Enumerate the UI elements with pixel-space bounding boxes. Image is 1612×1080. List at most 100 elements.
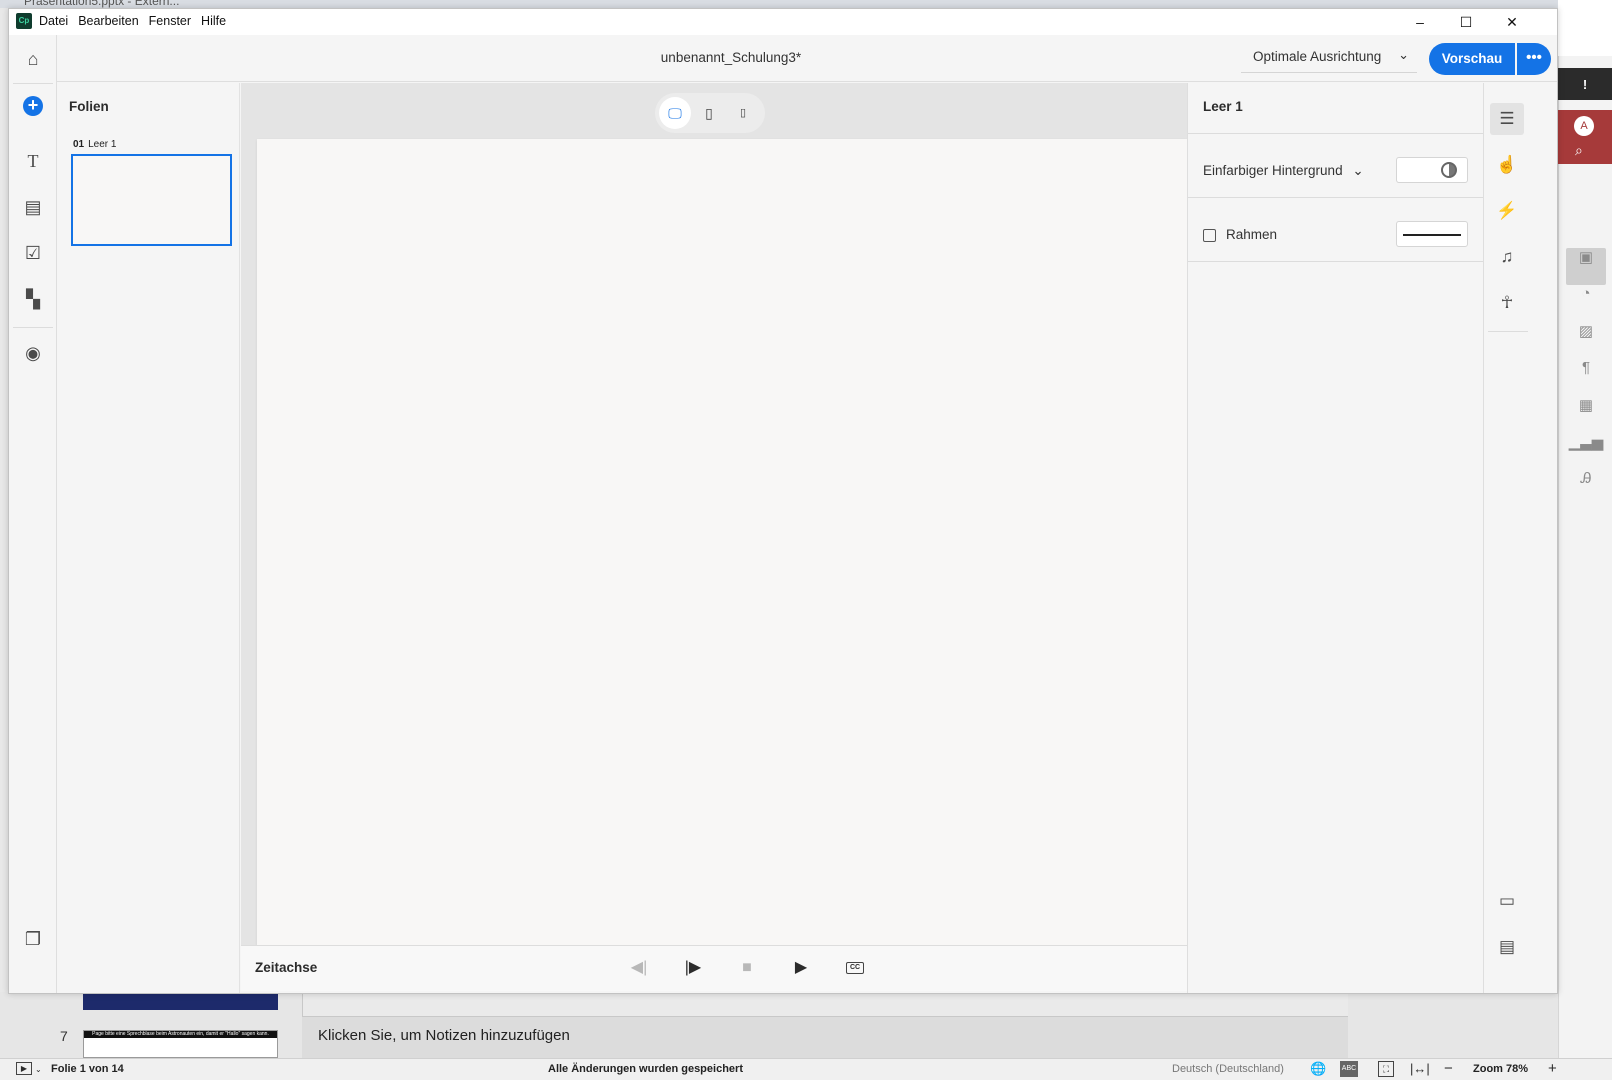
background-account-area: A ⌕ xyxy=(1558,110,1612,164)
slides-panel-title: Folien xyxy=(69,99,109,114)
alignment-dropdown[interactable]: Optimale Ausrichtung ⌄ xyxy=(1241,41,1417,73)
widgets-tool-icon[interactable]: ▚ xyxy=(9,289,57,310)
background-side-pane xyxy=(1558,56,1612,1080)
background-slide-editor xyxy=(302,992,1348,1016)
paragraph-icon[interactable]: ¶ xyxy=(1566,359,1606,396)
tool-rail: ⌂ + T ▤ ☑ ▚ ◉ ❐ xyxy=(9,35,57,993)
slide-number: 01 xyxy=(73,139,85,150)
slide7-caption: Page bitte eine Sprechblase beim Astrona… xyxy=(84,1031,277,1038)
divider xyxy=(1488,331,1528,332)
background-type-dropdown[interactable]: Einfarbiger Hintergrund ⌄ xyxy=(1203,163,1364,179)
menu-item-edit[interactable]: Bearbeiten xyxy=(78,14,138,28)
stop-icon[interactable]: ■ xyxy=(733,956,761,980)
slide-thumbnail-label: 01 Leer 1 xyxy=(73,139,116,150)
interaction-tool-icon[interactable]: ☑ xyxy=(9,243,57,264)
accessibility-icon[interactable]: ☥ xyxy=(1490,287,1524,319)
border-option[interactable]: Rahmen xyxy=(1203,227,1277,242)
interactions-touch-icon[interactable]: ☝ xyxy=(1490,149,1524,181)
menu-item-help[interactable]: Hilfe xyxy=(201,14,226,28)
fit-width-icon[interactable]: |↔| xyxy=(1410,1061,1430,1076)
notes-pane[interactable]: Klicken Sie, um Notizen hinzuzufügen xyxy=(302,1016,1348,1058)
color-picker-icon xyxy=(1441,162,1457,178)
step-back-icon[interactable]: ◀| xyxy=(625,956,653,980)
slide-canvas[interactable] xyxy=(257,139,1187,945)
properties-title: Leer 1 xyxy=(1203,99,1243,114)
background-slide7-thumbnail[interactable]: Page bitte eine Sprechblase beim Astrona… xyxy=(83,1030,278,1058)
assets-panel-icon[interactable]: ❐ xyxy=(9,929,57,950)
zoom-level[interactable]: Zoom 78% xyxy=(1473,1063,1528,1075)
panel-layout-icon[interactable]: ▭ xyxy=(1490,885,1524,917)
audio-icon[interactable]: ♫ xyxy=(1490,241,1524,273)
background-type-label: Einfarbiger Hintergrund xyxy=(1203,163,1343,178)
menu-bar: Datei Bearbeiten Fenster Hilfe xyxy=(39,14,226,28)
shape-format-icon[interactable]: ◔ xyxy=(1566,285,1606,322)
divider xyxy=(1188,261,1484,262)
stage-area: 🖵 ▯ ▯ xyxy=(241,83,1187,945)
zoom-in-icon[interactable]: + xyxy=(1548,1060,1557,1077)
save-status: Alle Änderungen wurden gespeichert xyxy=(548,1063,743,1075)
preview-button[interactable]: Vorschau xyxy=(1429,43,1515,75)
slide-thumbnail[interactable] xyxy=(71,154,232,246)
close-button[interactable]: ✕ xyxy=(1489,9,1535,35)
alignment-dropdown-value: Optimale Ausrichtung xyxy=(1253,49,1382,64)
captivate-window: Cp Datei Bearbeiten Fenster Hilfe – ☐ ✕ … xyxy=(8,8,1558,994)
account-avatar[interactable]: A xyxy=(1574,116,1594,136)
text-format-icon[interactable]: Ꭿ xyxy=(1566,470,1606,507)
border-checkbox[interactable] xyxy=(1203,228,1216,242)
chevron-down-icon: ⌄ xyxy=(1398,47,1409,62)
mobile-view-icon[interactable]: ▯ xyxy=(727,97,759,129)
zoom-out-icon[interactable]: − xyxy=(1444,1060,1453,1077)
animation-icon[interactable]: ⚡ xyxy=(1490,195,1524,227)
search-icon[interactable]: ⌕ xyxy=(1575,142,1583,159)
more-options-button[interactable]: ••• xyxy=(1517,43,1551,75)
language-indicator[interactable]: Deutsch (Deutschland) xyxy=(1172,1063,1284,1075)
background-color-picker[interactable] xyxy=(1396,157,1468,183)
background-tab-title: Präsentation5.pptx - Extern... xyxy=(24,0,180,8)
properties-sliders-icon[interactable]: ☰ xyxy=(1490,103,1524,135)
document-icon[interactable]: ▤ xyxy=(1490,931,1524,963)
step-forward-icon[interactable]: |▶ xyxy=(679,956,707,980)
maximize-button[interactable]: ☐ xyxy=(1443,9,1489,35)
spellcheck-icon[interactable]: ABC xyxy=(1340,1061,1358,1077)
home-icon[interactable]: ⌂ xyxy=(9,49,57,70)
picture-format-icon[interactable]: ▨ xyxy=(1566,322,1606,359)
background-format-toolbar: ▣ ◔ ▨ ¶ ▦ ▁▃▅ Ꭿ xyxy=(1566,248,1606,507)
media-tool-icon[interactable]: ▤ xyxy=(9,197,57,218)
divider xyxy=(1188,133,1484,134)
closed-captions-icon[interactable]: CC xyxy=(841,956,869,980)
globe-icon[interactable]: 🌐 xyxy=(1310,1061,1326,1077)
chevron-down-icon[interactable]: ⌄ xyxy=(35,1065,42,1074)
add-slide-icon[interactable]: + xyxy=(9,95,57,116)
divider xyxy=(1188,197,1484,198)
app-header: unbenannt_Schulung3* Optimale Ausrichtun… xyxy=(9,35,1557,82)
background-slide6-thumbnail[interactable] xyxy=(83,992,278,1010)
menu-item-window[interactable]: Fenster xyxy=(149,14,191,28)
properties-rail: ☰ ☝ ⚡ ♫ ☥ ▭ ▤ xyxy=(1483,83,1531,993)
text-tool-icon[interactable]: T xyxy=(9,151,57,172)
document-title: unbenannt_Schulung3* xyxy=(660,50,802,65)
device-preview-toggle: 🖵 ▯ ▯ xyxy=(655,93,765,133)
fit-slide-icon[interactable]: ⛶ xyxy=(1378,1061,1394,1077)
slide-format-icon[interactable]: ▣ xyxy=(1566,248,1606,285)
divider xyxy=(13,327,53,328)
slideshow-icon[interactable]: ▶ xyxy=(16,1062,32,1075)
menu-item-file[interactable]: Datei xyxy=(39,14,68,28)
desktop-view-icon[interactable]: 🖵 xyxy=(659,97,691,129)
minimize-button[interactable]: – xyxy=(1397,9,1443,35)
background-slide-number: 7 xyxy=(60,1028,68,1044)
divider xyxy=(13,83,53,84)
app-logo: Cp xyxy=(16,13,32,29)
slide-name: Leer 1 xyxy=(88,139,117,150)
record-icon[interactable]: ◉ xyxy=(9,343,57,364)
notes-placeholder[interactable]: Klicken Sie, um Notizen hinzuzufügen xyxy=(318,1027,570,1044)
background-window-tabbar: Präsentation5.pptx - Extern... xyxy=(0,0,1612,8)
border-label: Rahmen xyxy=(1226,227,1278,242)
chevron-down-icon: ⌄ xyxy=(1352,163,1364,178)
feedback-icon[interactable]: ! xyxy=(1558,68,1612,100)
table-format-icon[interactable]: ▦ xyxy=(1566,396,1606,433)
play-icon[interactable]: ▶ xyxy=(787,956,815,980)
border-style-picker[interactable] xyxy=(1396,221,1468,247)
chart-format-icon[interactable]: ▁▃▅ xyxy=(1566,433,1606,470)
tablet-view-icon[interactable]: ▯ xyxy=(693,97,725,129)
slide-counter: Folie 1 von 14 xyxy=(51,1063,124,1075)
